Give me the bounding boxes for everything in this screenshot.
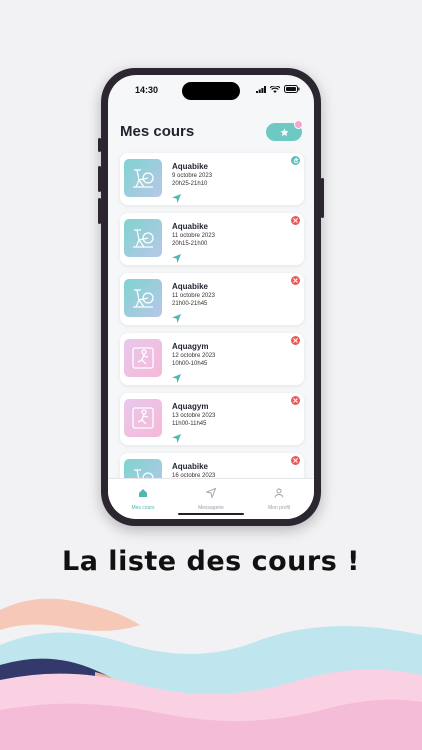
- course-date: 9 octobre 2023: [172, 173, 213, 179]
- bike-icon: [133, 229, 154, 248]
- aquagym-thumbnail: [124, 339, 162, 377]
- cancel-icon[interactable]: [291, 336, 300, 345]
- dynamic-island: [182, 82, 240, 100]
- aquagym-thumbnail: [124, 399, 162, 437]
- status-icons: [256, 85, 300, 93]
- send-icon[interactable]: [172, 370, 181, 388]
- signal-icon: [256, 85, 266, 93]
- course-card[interactable]: Aquabike 11 octobre 2023 20h15-21h00: [120, 213, 304, 265]
- send-icon[interactable]: [172, 250, 181, 268]
- wave-peach: [0, 598, 140, 631]
- course-date: 13 octobre 2023: [172, 413, 216, 419]
- power-button: [321, 178, 324, 218]
- status-time: 14:30: [135, 85, 159, 95]
- gym-icon: [132, 407, 154, 429]
- user-icon: [274, 488, 284, 498]
- course-time: 20h25-21h10: [172, 181, 208, 187]
- water-decoration: [0, 598, 422, 750]
- course-name: Aquabike: [172, 162, 209, 171]
- aquabike-thumbnail: [124, 279, 162, 317]
- notification-dot: [294, 120, 303, 129]
- course-name: Aquagym: [172, 402, 209, 411]
- course-card[interactable]: Aquabike 9 octobre 2023 20h25-21h10: [120, 153, 304, 205]
- tab-label: Mes cours: [131, 505, 155, 511]
- tab-bar: Mes cours Messagerie Mon profil: [108, 478, 314, 519]
- course-date: 11 octobre 2023: [172, 293, 215, 299]
- bike-icon: [133, 169, 154, 188]
- favorites-button[interactable]: [266, 120, 303, 141]
- course-list: Aquabike 9 octobre 2023 20h25-21h10 Aqua…: [120, 153, 304, 513]
- cancel-icon[interactable]: [291, 276, 300, 285]
- tab-label: Messagerie: [198, 505, 224, 511]
- course-time: 11h00-11h45: [172, 421, 207, 427]
- send-icon: [204, 487, 217, 500]
- star-icon: [279, 127, 289, 136]
- tab-messagerie[interactable]: Messagerie: [181, 485, 241, 511]
- aquabike-thumbnail: [124, 219, 162, 257]
- wifi-icon: [270, 85, 280, 93]
- marketing-headline: La liste des cours !: [61, 546, 360, 577]
- course-time: 21h00-21h45: [172, 301, 208, 307]
- cancel-icon[interactable]: [291, 396, 300, 405]
- volume-up-button: [98, 166, 101, 192]
- app-screen: 14:30 Mes cours Aquabike 9 octobre 2023 …: [108, 75, 314, 519]
- tab-label: Mon profil: [268, 505, 290, 511]
- tab-mes-cours[interactable]: Mes cours: [113, 485, 173, 511]
- course-date: 12 octobre 2023: [172, 353, 216, 359]
- course-name: Aquagym: [172, 342, 209, 351]
- course-time: 20h15-21h00: [172, 241, 208, 247]
- send-icon[interactable]: [172, 190, 181, 208]
- course-card[interactable]: Aquagym 13 octobre 2023 11h00-11h45: [120, 393, 304, 445]
- aquabike-thumbnail: [124, 159, 162, 197]
- bike-icon: [133, 289, 154, 308]
- course-date: 11 octobre 2023: [172, 233, 215, 239]
- battery-icon: [284, 85, 300, 93]
- tab-mon-profil[interactable]: Mon profil: [249, 485, 309, 511]
- send-icon[interactable]: [172, 430, 181, 448]
- home-icon: [139, 489, 147, 497]
- course-time: 10h00-10h45: [172, 361, 208, 367]
- cancel-icon[interactable]: [291, 216, 300, 225]
- course-name: Aquabike: [172, 282, 209, 291]
- send-icon[interactable]: [172, 310, 181, 328]
- refresh-icon[interactable]: [291, 156, 300, 165]
- cancel-icon[interactable]: [291, 456, 300, 465]
- phone-frame: 14:30 Mes cours Aquabike 9 octobre 2023 …: [98, 68, 324, 526]
- course-card[interactable]: Aquagym 12 octobre 2023 10h00-10h45: [120, 333, 304, 385]
- course-name: Aquabike: [172, 462, 209, 471]
- home-indicator: [178, 513, 244, 515]
- gym-icon: [132, 347, 154, 369]
- course-card[interactable]: Aquabike 11 octobre 2023 21h00-21h45: [120, 273, 304, 325]
- course-name: Aquabike: [172, 222, 209, 231]
- volume-down-button: [98, 198, 101, 224]
- silent-switch: [98, 138, 101, 152]
- page-title: Mes cours: [120, 123, 195, 140]
